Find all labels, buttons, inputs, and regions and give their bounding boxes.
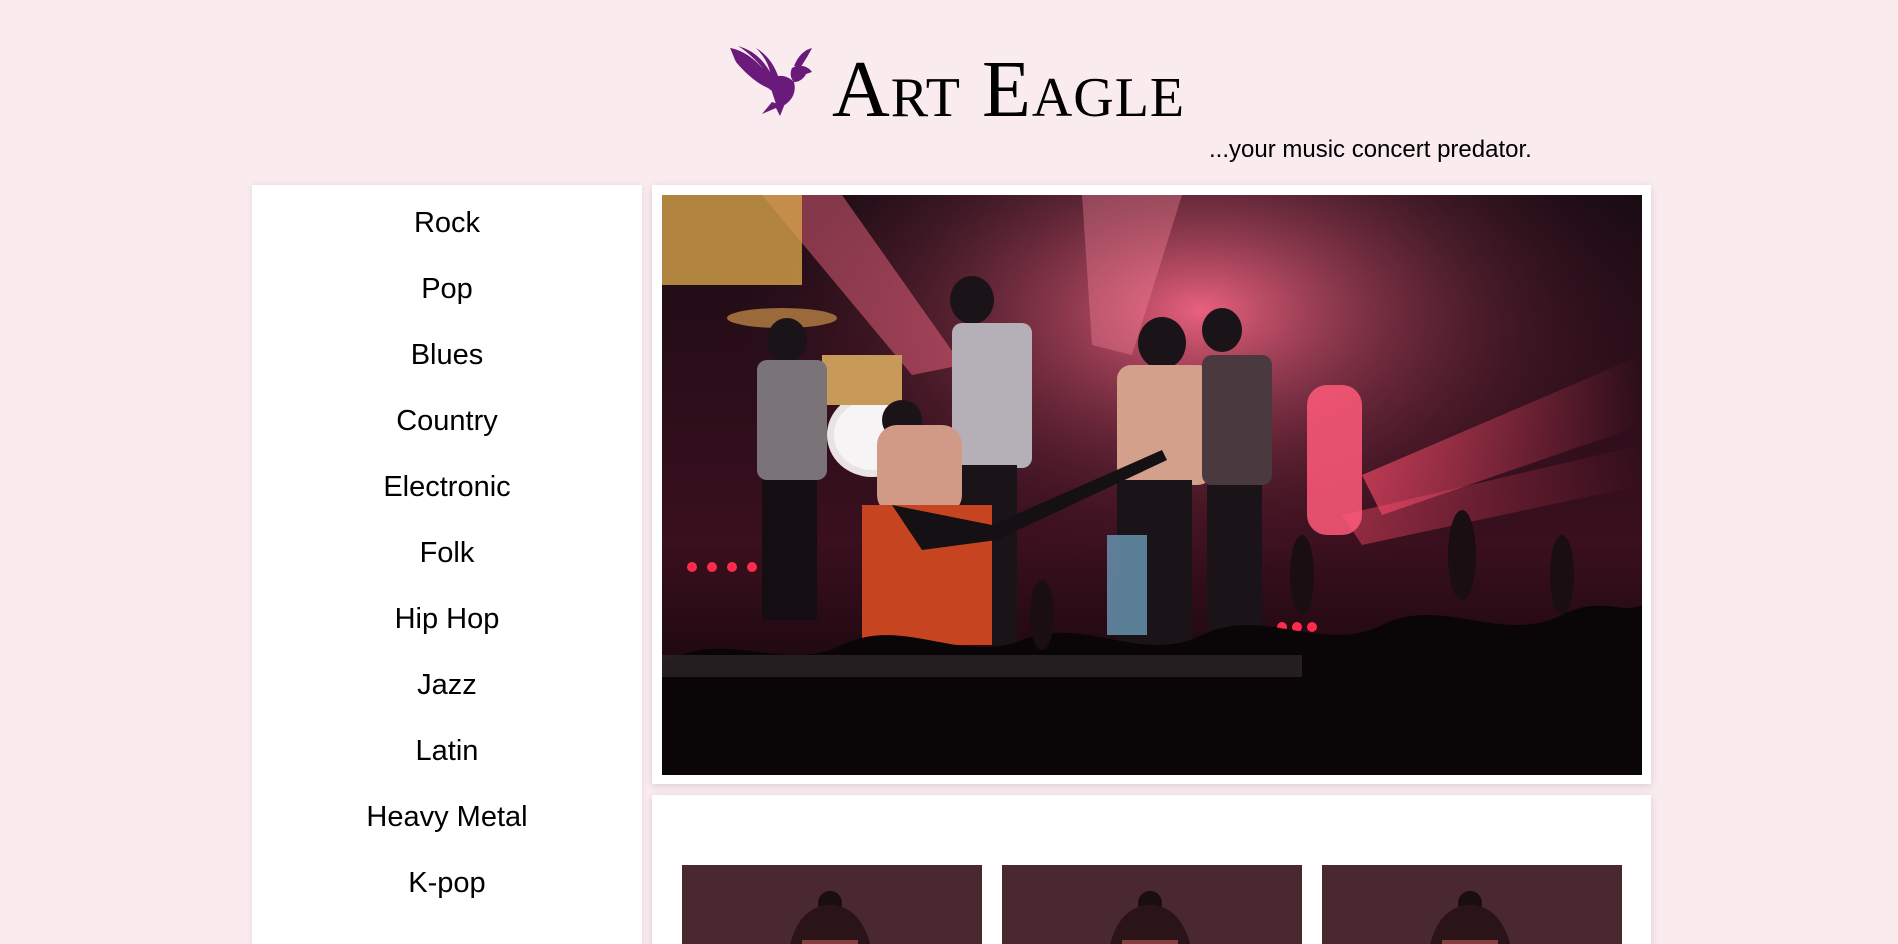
concert-thumbnails-card bbox=[652, 795, 1651, 944]
site-tagline: ...your music concert predator. bbox=[1209, 136, 1532, 163]
site-title[interactable]: Art Eagle bbox=[832, 50, 1185, 130]
concert-thumbnail[interactable] bbox=[682, 865, 982, 944]
sidebar-item-pop[interactable]: Pop bbox=[252, 251, 642, 317]
sidebar-item-blues[interactable]: Blues bbox=[252, 317, 642, 383]
page: Art Eagle ...your music concert predator… bbox=[0, 0, 1898, 944]
sidebar-item-k-pop[interactable]: K-pop bbox=[252, 845, 642, 911]
genre-list: Rock Pop Blues Country Electronic Folk H… bbox=[252, 185, 642, 911]
sidebar-item-jazz[interactable]: Jazz bbox=[252, 647, 642, 713]
sidebar-item-heavy-metal[interactable]: Heavy Metal bbox=[252, 779, 642, 845]
sidebar-item-hip-hop[interactable]: Hip Hop bbox=[252, 581, 642, 647]
sidebar-item-electronic[interactable]: Electronic bbox=[252, 449, 642, 515]
concert-photo[interactable] bbox=[662, 195, 1642, 775]
sidebar-item-folk[interactable]: Folk bbox=[252, 515, 642, 581]
eagle-icon[interactable] bbox=[728, 44, 816, 116]
genre-sidebar: Rock Pop Blues Country Electronic Folk H… bbox=[252, 185, 642, 944]
sidebar-item-rock[interactable]: Rock bbox=[252, 185, 642, 251]
hero-card bbox=[652, 185, 1651, 784]
sidebar-item-latin[interactable]: Latin bbox=[252, 713, 642, 779]
site-header: Art Eagle ...your music concert predator… bbox=[0, 0, 1898, 180]
concert-thumbnail[interactable] bbox=[1322, 865, 1622, 944]
concert-thumbnail[interactable] bbox=[1002, 865, 1302, 944]
sidebar-item-country[interactable]: Country bbox=[252, 383, 642, 449]
